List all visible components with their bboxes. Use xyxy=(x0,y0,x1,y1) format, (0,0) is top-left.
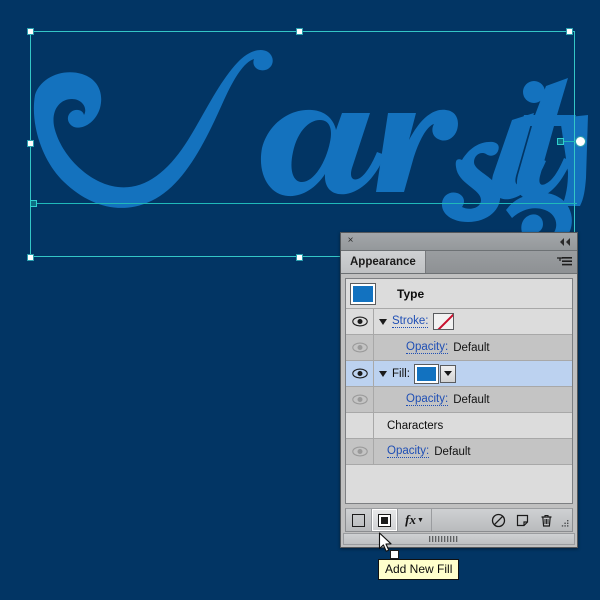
selection-handle-middle-left[interactable] xyxy=(27,140,34,147)
stroke-opacity-visibility-toggle[interactable] xyxy=(346,335,374,360)
appearance-row-fill[interactable]: Fill: xyxy=(346,361,572,387)
characters-opacity-visibility-toggle[interactable] xyxy=(346,439,374,464)
eye-icon-dim xyxy=(351,342,368,353)
selection-handle-top-left[interactable] xyxy=(27,28,34,35)
fill-opacity-value: Default xyxy=(453,393,490,406)
stroke-color-swatch-none[interactable] xyxy=(433,313,455,330)
tooltip-text: Add New Fill xyxy=(385,562,453,576)
stroke-visibility-toggle[interactable] xyxy=(346,309,374,334)
characters-label: Characters xyxy=(387,419,444,432)
appearance-row-fill-opacity[interactable]: Opacity: Default xyxy=(346,387,572,413)
appearance-panel[interactable]: × Appearance Type Stroke: Opacity: Defau… xyxy=(340,232,578,548)
fill-label[interactable]: Fill: xyxy=(392,368,410,380)
add-new-stroke-icon xyxy=(352,513,365,527)
stroke-label[interactable]: Stroke: xyxy=(392,315,429,328)
fill-visibility-toggle[interactable] xyxy=(346,361,374,386)
selection-handle-bottom-center[interactable] xyxy=(296,254,303,261)
type-baseline-end-marker[interactable] xyxy=(557,138,564,145)
add-new-stroke-button[interactable] xyxy=(346,509,372,531)
chevron-down-icon xyxy=(443,371,452,376)
scrollbar-grip-icon xyxy=(429,535,458,542)
fill-opacity-label[interactable]: Opacity: xyxy=(406,393,449,406)
appearance-row-type[interactable]: Type xyxy=(346,279,572,309)
close-icon[interactable]: × xyxy=(346,236,355,246)
application-window: × Appearance Type Stroke: Opacity: Defau… xyxy=(0,0,600,600)
eye-icon xyxy=(351,316,368,327)
collapse-panel-icon[interactable] xyxy=(558,235,572,247)
type-baseline-end-handle[interactable] xyxy=(575,136,586,147)
type-baseline-start-marker[interactable] xyxy=(30,200,37,207)
panel-tab-bar[interactable]: Appearance xyxy=(341,251,577,274)
fill-opacity-visibility-toggle[interactable] xyxy=(346,387,374,412)
stroke-opacity-value: Default xyxy=(453,341,490,354)
tab-appearance[interactable]: Appearance xyxy=(341,251,426,273)
duplicate-item-icon xyxy=(516,514,528,526)
stroke-opacity-label[interactable]: Opacity: xyxy=(406,341,449,354)
type-baseline xyxy=(33,203,577,204)
add-new-effect-button[interactable]: fx ▼ xyxy=(398,509,432,531)
appearance-row-stroke-opacity[interactable]: Opacity: Default xyxy=(346,335,572,361)
clear-appearance-icon xyxy=(491,513,505,527)
delete-item-button[interactable] xyxy=(534,509,558,531)
cursor-drop-indicator xyxy=(390,550,399,559)
appearance-list[interactable]: Type Stroke: Opacity: Default Fill: Opac… xyxy=(345,278,573,504)
fill-disclosure-triangle[interactable] xyxy=(374,370,392,377)
appearance-row-type-label: Type xyxy=(397,286,425,301)
characters-opacity-value: Default xyxy=(434,445,471,458)
panel-titlebar[interactable]: × xyxy=(341,233,577,251)
add-new-fill-button[interactable] xyxy=(372,509,398,531)
appearance-panel-toolbar[interactable]: fx ▼ xyxy=(345,508,573,532)
characters-opacity-label[interactable]: Opacity: xyxy=(387,445,430,458)
stroke-disclosure-triangle[interactable] xyxy=(374,318,392,325)
fx-icon: fx xyxy=(405,512,416,527)
trash-icon xyxy=(541,514,551,527)
eye-icon-dim xyxy=(351,446,368,457)
selection-handle-bottom-left[interactable] xyxy=(27,254,34,261)
fill-swatch-dropdown-button[interactable] xyxy=(439,364,456,383)
eye-icon xyxy=(351,368,368,379)
selection-handle-top-center[interactable] xyxy=(296,28,303,35)
eye-icon-dim xyxy=(351,394,368,405)
tab-appearance-label: Appearance xyxy=(350,256,416,268)
appearance-list-empty-area[interactable] xyxy=(346,465,572,503)
duplicate-item-button[interactable] xyxy=(510,509,534,531)
fill-color-swatch[interactable] xyxy=(413,363,439,384)
appearance-row-characters[interactable]: Characters xyxy=(346,413,572,439)
add-new-fill-icon xyxy=(378,513,391,527)
appearance-row-stroke[interactable]: Stroke: xyxy=(346,309,572,335)
fill-color-swatch-control[interactable] xyxy=(413,363,456,384)
appearance-row-characters-opacity[interactable]: Opacity: Default xyxy=(346,439,572,465)
object-thumbnail-swatch[interactable] xyxy=(350,282,376,305)
panel-menu-icon[interactable] xyxy=(555,255,573,269)
tooltip: Add New Fill xyxy=(378,559,460,580)
selection-handle-top-right[interactable] xyxy=(566,28,573,35)
selection-bounding-box xyxy=(30,31,575,257)
characters-eye-placeholder xyxy=(346,413,374,438)
clear-appearance-button[interactable] xyxy=(486,509,510,531)
resize-grip-icon[interactable] xyxy=(558,509,572,531)
